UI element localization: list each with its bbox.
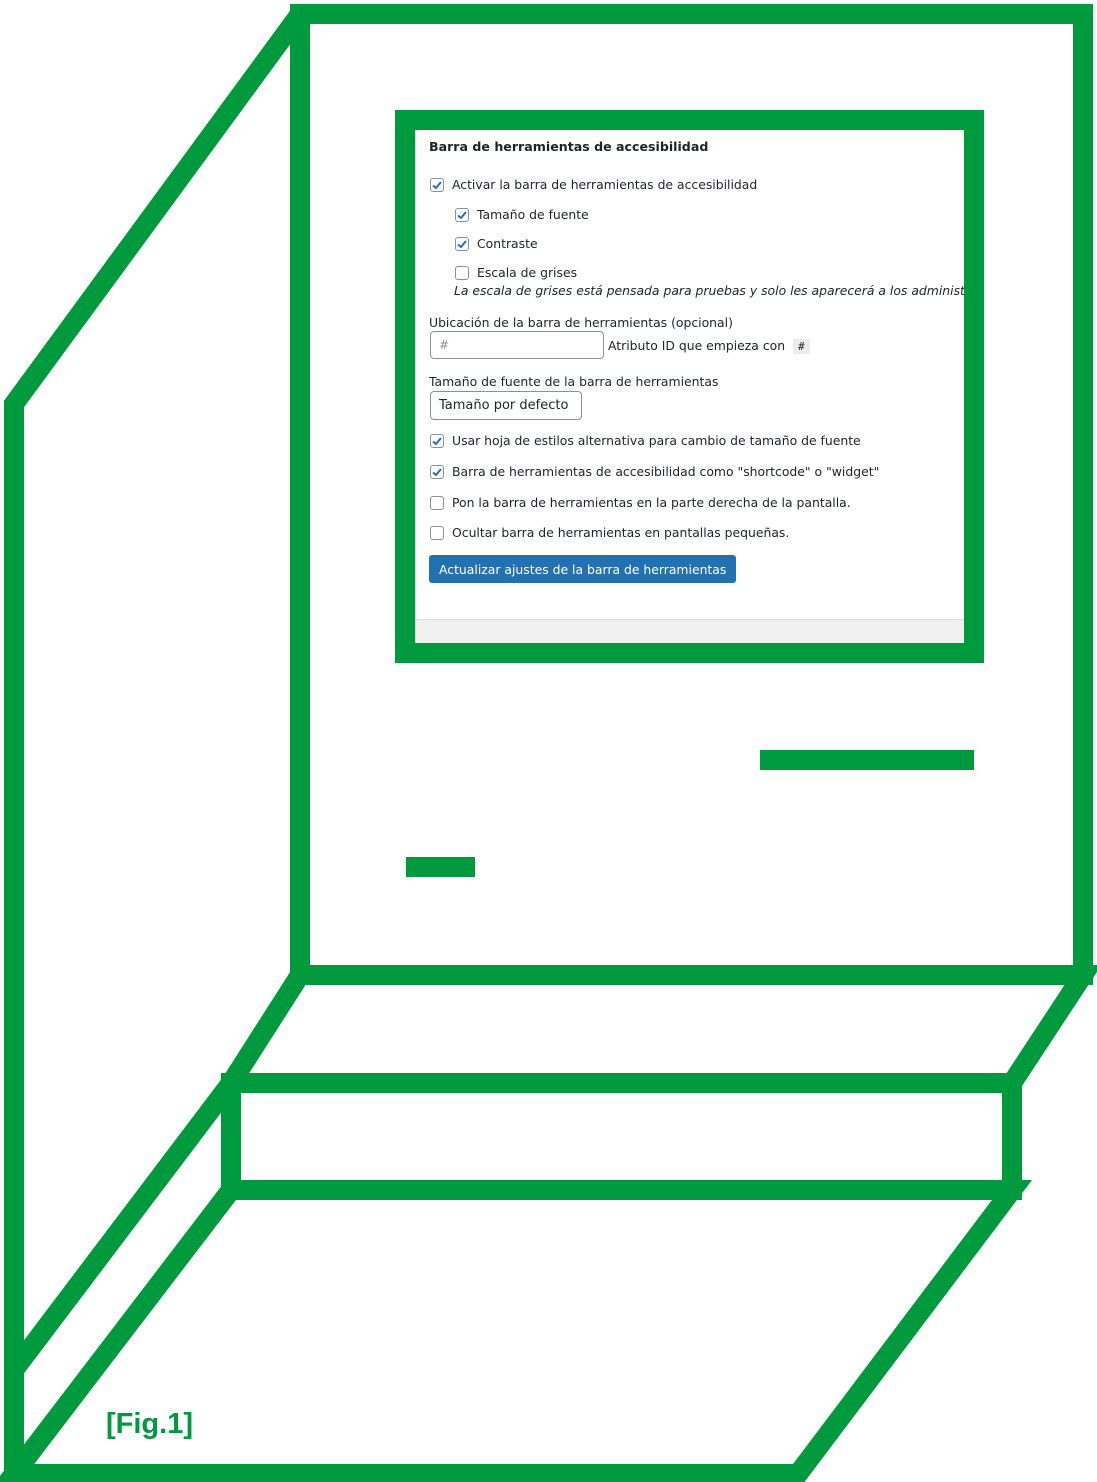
location-code: # <box>793 339 810 354</box>
location-description: Atributo ID que empieza con # <box>608 338 810 354</box>
enable-toolbar-checkbox-row[interactable]: Activar la barra de herramientas de acce… <box>430 177 757 192</box>
right-side-checkbox[interactable] <box>430 495 444 510</box>
alt-stylesheet-checkbox[interactable] <box>430 433 444 448</box>
hide-small-checkbox[interactable] <box>430 525 444 540</box>
font-size-checkbox[interactable] <box>455 207 469 222</box>
checkmark-icon <box>432 467 442 476</box>
hide-small-checkbox-row[interactable]: Ocultar barra de herramientas en pantall… <box>430 525 789 540</box>
font-size-checkbox-row[interactable]: Tamaño de fuente <box>455 207 589 222</box>
alt-stylesheet-label: Usar hoja de estilos alternativa para ca… <box>452 433 861 448</box>
shortcode-checkbox[interactable] <box>430 464 444 479</box>
update-settings-button[interactable]: Actualizar ajustes de la barra de herram… <box>429 555 737 583</box>
accessibility-toolbar-settings-panel: Barra de herramientas de accesibilidad A… <box>415 130 964 643</box>
location-label: Ubicación de la barra de herramientas (o… <box>429 315 733 330</box>
toolbar-font-size-select[interactable]: Tamaño por defecto <box>430 391 582 420</box>
contrast-checkbox[interactable] <box>455 236 469 251</box>
alt-stylesheet-checkbox-row[interactable]: Usar hoja de estilos alternativa para ca… <box>430 433 861 448</box>
checkmark-icon <box>457 210 467 219</box>
contrast-label: Contraste <box>477 236 538 251</box>
toolbar-font-size-value: Tamaño por defecto <box>439 398 569 413</box>
panel-title: Barra de herramientas de accesibilidad <box>429 139 709 154</box>
checkmark-icon <box>432 180 442 189</box>
shortcode-label: Barra de herramientas de accesibilidad c… <box>452 464 880 479</box>
location-input[interactable] <box>430 331 604 359</box>
monitor-side-outline <box>4 8 309 1474</box>
toolbar-font-size-label: Tamaño de fuente de la barra de herramie… <box>429 374 719 389</box>
contrast-checkbox-row[interactable]: Contraste <box>455 236 538 251</box>
enable-toolbar-label: Activar la barra de herramientas de acce… <box>452 177 758 192</box>
figure-label: [Fig.1] <box>106 1408 193 1440</box>
right-side-label: Pon la barra de herramientas en la parte… <box>452 495 851 510</box>
keyboard-top-outline <box>212 965 1097 1093</box>
checkmark-icon <box>432 436 442 445</box>
power-indicator <box>406 857 475 877</box>
grayscale-checkbox-row[interactable]: Escala de grises <box>455 265 577 280</box>
font-size-label: Tamaño de fuente <box>477 207 589 222</box>
grayscale-hint: La escala de grises está pensada para pr… <box>454 283 964 298</box>
grayscale-label: Escala de grises <box>477 265 578 280</box>
panel-footer <box>416 619 964 643</box>
drive-slot <box>760 750 974 770</box>
checkmark-icon <box>457 239 467 248</box>
keyboard-front-outline <box>221 1073 1022 1200</box>
shortcode-checkbox-row[interactable]: Barra de herramientas de accesibilidad c… <box>430 464 879 479</box>
location-description-text: Atributo ID que empieza con <box>608 338 786 353</box>
hide-small-label: Ocultar barra de herramientas en pantall… <box>452 525 790 540</box>
right-side-checkbox-row[interactable]: Pon la barra de herramientas en la parte… <box>430 495 851 510</box>
grayscale-checkbox[interactable] <box>455 265 469 280</box>
enable-toolbar-checkbox[interactable] <box>430 177 444 192</box>
